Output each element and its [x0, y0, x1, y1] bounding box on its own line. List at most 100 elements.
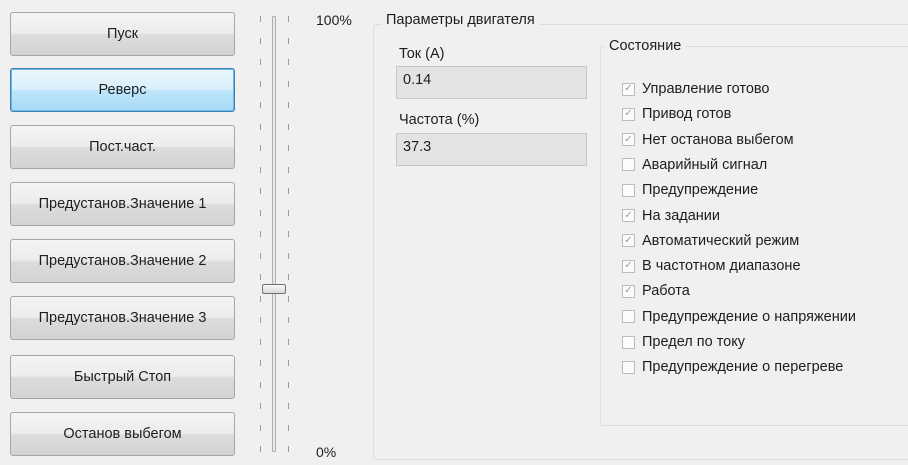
status-item: ✓ Работа — [622, 281, 690, 301]
slider-tick — [260, 37, 261, 44]
slider-tick — [260, 231, 261, 237]
status-item: ✓ На задании — [622, 206, 720, 226]
slider-tick — [288, 16, 289, 22]
status-item: ✓ Нет останова выбегом — [622, 130, 794, 150]
checkbox-checked-icon: ✓ — [622, 284, 635, 298]
reverse-button-label: Реверс — [98, 82, 147, 98]
status-item-label: Автоматический режим — [642, 232, 800, 249]
motor-parameters-title: Параметры двигателя — [382, 12, 539, 28]
constant-frequency-button[interactable]: Пост.част. — [10, 125, 235, 169]
status-item-label: Аварийный сигнал — [642, 156, 768, 173]
slider-tick — [288, 338, 289, 345]
preset-value-3-button-label: Предустанов.Значение 3 — [38, 310, 207, 326]
status-item: Предел по току — [622, 332, 745, 352]
status-item-label: Предупреждение — [642, 182, 759, 199]
current-label: Ток (A) — [399, 46, 445, 62]
slider-ticks-left — [260, 10, 262, 458]
preset-value-1-button[interactable]: Предустанов.Значение 1 — [10, 182, 235, 226]
status-title: Состояние — [605, 38, 686, 54]
slider-tick — [260, 317, 261, 323]
start-button[interactable]: Пуск — [10, 12, 235, 56]
status-item: Аварийный сигнал — [622, 155, 767, 175]
slider-tick — [260, 59, 261, 65]
checkbox-checked-icon: ✓ — [622, 82, 635, 96]
slider-tick — [260, 16, 261, 22]
status-item: Предупреждение — [622, 180, 758, 200]
status-item-label: Управление готово — [642, 81, 770, 97]
reverse-button[interactable]: Реверс — [10, 68, 235, 112]
slider-tick — [288, 274, 289, 280]
frequency-label: Частота (%) — [399, 112, 480, 128]
checkbox-checked-icon: ✓ — [622, 209, 635, 222]
slider-min-label: 0% — [316, 444, 337, 460]
slider-tick — [260, 80, 261, 87]
preset-value-2-button[interactable]: Предустанов.Значение 2 — [10, 239, 235, 283]
slider-tick — [288, 188, 289, 194]
slider-tick — [260, 338, 261, 345]
status-item: Предупреждение о напряжении — [622, 307, 856, 327]
slider-tick — [260, 102, 261, 108]
slider-tick — [288, 381, 289, 388]
slider-tick — [288, 37, 289, 44]
start-button-label: Пуск — [106, 26, 139, 42]
slider-tick — [260, 446, 261, 452]
checkbox-unchecked-icon — [622, 158, 635, 172]
slider-tick — [260, 188, 261, 194]
slider-tick — [288, 446, 289, 452]
checkbox-checked-icon: ✓ — [622, 259, 635, 273]
slider-tick — [288, 295, 289, 302]
status-item-label: В частотном диапазоне — [642, 258, 801, 275]
checkbox-unchecked-icon — [622, 335, 635, 349]
checkbox-unchecked-icon — [622, 310, 635, 324]
slider-tick — [260, 424, 261, 431]
slider-tick — [260, 274, 261, 280]
slider-tick — [288, 166, 289, 173]
quick-stop-button[interactable]: Быстрый Стоп — [10, 355, 235, 399]
status-item-label: Предупреждение о напряжении — [642, 308, 856, 325]
frequency-field: 37.3 — [396, 133, 587, 166]
checkbox-unchecked-icon — [622, 183, 635, 197]
checkbox-checked-icon: ✓ — [622, 133, 635, 147]
slider-tick — [288, 231, 289, 237]
status-item-label: Предел по току — [642, 334, 746, 350]
slider-ticks-right — [288, 10, 290, 458]
current-value: 0.14 — [403, 72, 432, 88]
status-item-label: Работа — [642, 283, 690, 300]
slider-tick — [260, 360, 261, 366]
slider-tick — [288, 102, 289, 108]
coast-stop-button[interactable]: Останов выбегом — [10, 412, 235, 456]
coast-stop-button-label: Останов выбегом — [63, 426, 182, 442]
status-item-label: Привод готов — [642, 106, 732, 123]
slider-tick — [260, 381, 261, 388]
slider-tick — [288, 360, 289, 366]
slider-tick — [288, 424, 289, 431]
checkbox-unchecked-icon — [622, 360, 635, 374]
status-item: ✓ В частотном диапазоне — [622, 256, 801, 276]
status-item-label: На задании — [642, 207, 721, 224]
slider-tick — [288, 209, 289, 216]
slider-tick — [260, 209, 261, 216]
status-item: Предупреждение о перегреве — [622, 357, 843, 377]
slider-tick — [260, 123, 261, 130]
slider-tick — [288, 403, 289, 409]
status-item: ✓ Привод готов — [622, 104, 731, 124]
slider-tick — [288, 123, 289, 130]
status-item: ✓ Управление готово — [622, 79, 770, 99]
slider-tick — [260, 145, 261, 151]
frequency-slider[interactable] — [250, 10, 305, 458]
slider-track[interactable] — [272, 16, 276, 452]
preset-value-3-button[interactable]: Предустанов.Значение 3 — [10, 296, 235, 340]
slider-tick — [288, 252, 289, 259]
frequency-value: 37.3 — [403, 139, 432, 155]
status-item-label: Предупреждение о перегреве — [642, 359, 844, 376]
slider-tick — [288, 317, 289, 323]
slider-tick — [288, 59, 289, 65]
constant-frequency-button-label: Пост.част. — [89, 139, 156, 155]
slider-tick — [288, 80, 289, 87]
slider-tick — [288, 145, 289, 151]
checkbox-checked-icon: ✓ — [622, 234, 635, 248]
quick-stop-button-label: Быстрый Стоп — [73, 369, 172, 385]
slider-thumb[interactable] — [262, 284, 286, 295]
slider-tick — [260, 295, 261, 302]
slider-tick — [260, 403, 261, 409]
